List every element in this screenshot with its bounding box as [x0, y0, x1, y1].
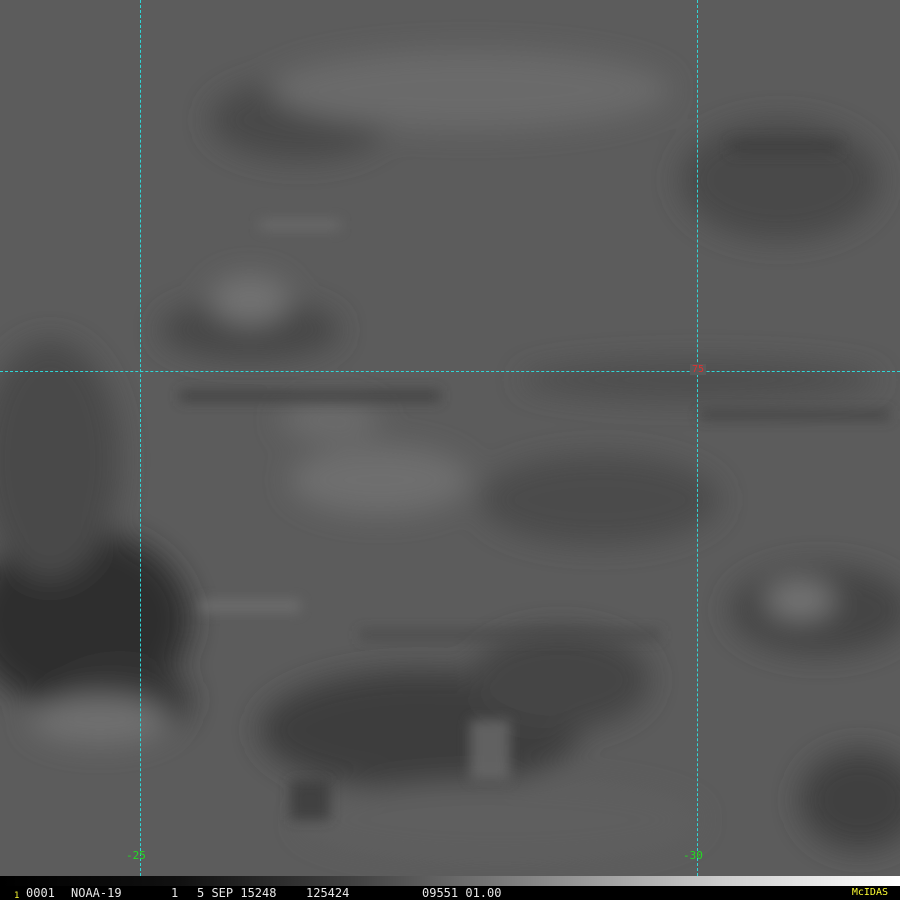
frame-number: 1 [14, 891, 20, 900]
infrared-cloud-imagery [0, 0, 900, 876]
longitude-label-25: -25 [126, 849, 146, 862]
satellite-image-viewport[interactable]: -25 -30 75 1 0001 NOAA-19 1 5 SEP 15248 … [0, 0, 900, 900]
latitude-label-75: 75 [690, 364, 707, 375]
grayscale-colorbar [0, 876, 900, 886]
image-date: 5 SEP 15248 [197, 886, 277, 900]
status-bar: 1 0001 NOAA-19 1 5 SEP 15248 125424 0955… [0, 876, 900, 900]
band-number: 1 [171, 886, 179, 900]
longitude-gridline-30w [697, 0, 698, 876]
image-center: 09551 01.00 [422, 886, 502, 900]
latitude-gridline-75n [0, 371, 900, 372]
mcidas-logo: McIDAS [851, 887, 888, 898]
longitude-gridline-25w [140, 0, 141, 876]
frame-id: 0001 [26, 886, 55, 900]
image-time: 125424 [306, 886, 350, 900]
longitude-label-30: -30 [683, 849, 703, 862]
satellite-name: NOAA-19 [71, 886, 122, 900]
